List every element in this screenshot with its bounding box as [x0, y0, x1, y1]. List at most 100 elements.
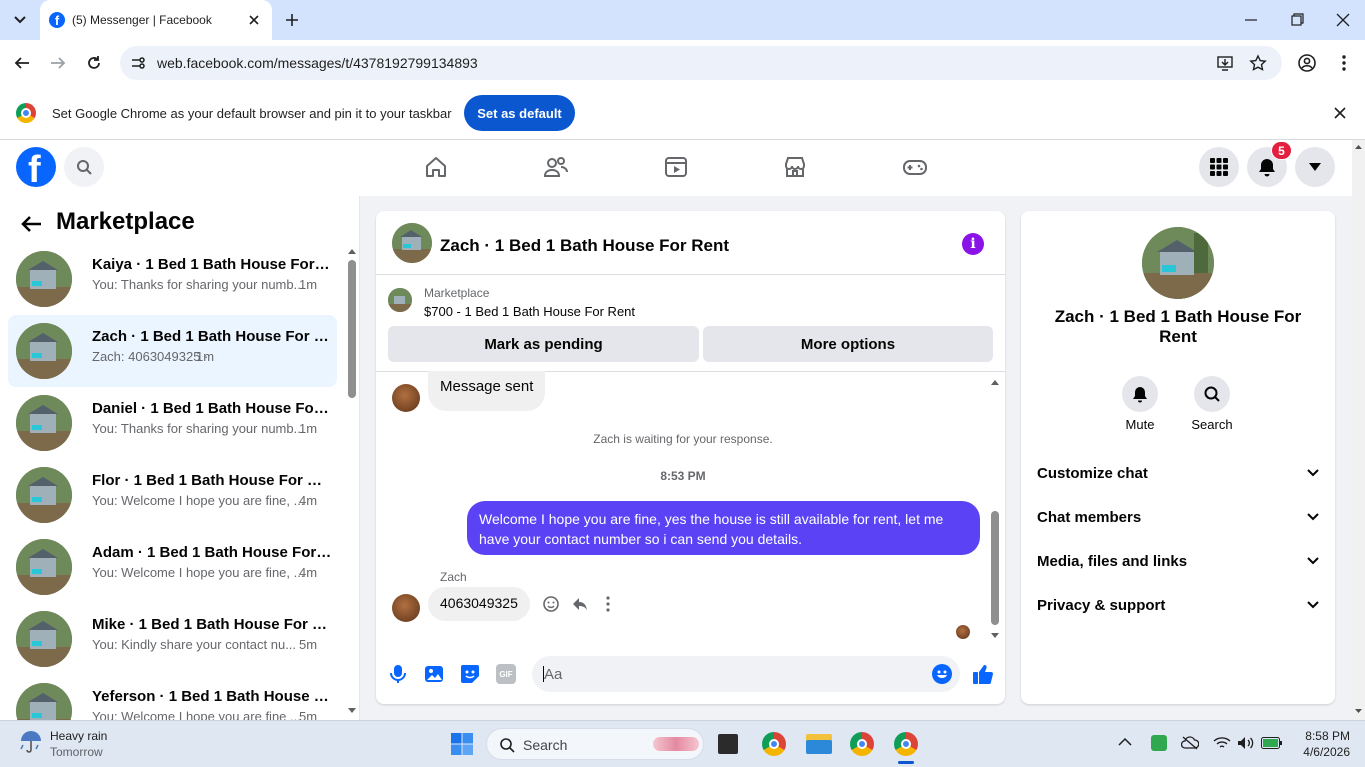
facebook-logo[interactable]: f — [16, 147, 56, 187]
search-in-chat-button[interactable] — [1194, 376, 1230, 412]
nav-friends[interactable] — [536, 150, 576, 184]
weather-label[interactable]: Heavy rain — [50, 729, 107, 743]
sender-avatar[interactable] — [392, 594, 420, 622]
customize-chat-row[interactable]: Customize chat — [1037, 457, 1319, 489]
listing-thumbnail — [16, 395, 72, 451]
listing-title[interactable]: $700 - 1 Bed 1 Bath House For Rent — [424, 304, 635, 319]
restore-icon[interactable] — [1289, 12, 1305, 28]
chrome-menu-icon[interactable] — [1335, 54, 1353, 72]
address-bar[interactable]: web.facebook.com/messages/t/437819279913… — [120, 46, 1282, 80]
task-view-icon[interactable] — [718, 734, 738, 754]
security-tray-icon[interactable] — [1151, 735, 1167, 751]
chat-name: Mike · 1 Bed 1 Bath House For Rent — [92, 616, 332, 633]
windows-start-icon[interactable] — [450, 732, 474, 756]
outgoing-message[interactable]: Welcome I hope you are fine, yes the hou… — [467, 501, 980, 555]
chat-time: 4m — [299, 565, 318, 580]
chrome-taskbar-icon[interactable] — [762, 732, 786, 756]
battery-icon[interactable] — [1261, 737, 1283, 749]
wifi-icon[interactable] — [1213, 736, 1231, 750]
set-as-default-button[interactable]: Set as default — [464, 95, 575, 131]
incoming-message[interactable]: 4063049325 — [428, 587, 530, 621]
browser-tab[interactable]: f (5) Messenger | Facebook — [40, 0, 272, 40]
reload-icon[interactable] — [85, 54, 103, 72]
minimize-icon[interactable] — [1243, 12, 1259, 28]
emoji-icon[interactable] — [932, 664, 952, 684]
sticker-icon[interactable] — [460, 664, 480, 684]
nav-home[interactable] — [416, 150, 456, 184]
taskbar-search-label: Search — [523, 737, 568, 753]
notification-badge: 5 — [1271, 141, 1292, 160]
close-tab-icon[interactable] — [246, 12, 262, 28]
menu-button[interactable] — [1199, 147, 1239, 187]
conversation-avatar[interactable] — [392, 223, 432, 263]
clock-date[interactable]: 4/6/2026 — [1292, 745, 1350, 759]
chat-members-row[interactable]: Chat members — [1037, 501, 1319, 533]
close-window-icon[interactable] — [1335, 12, 1351, 28]
chat-item-flor[interactable]: Flor · 1 Bed 1 Bath House For Rent You: … — [8, 459, 337, 531]
more-options-button[interactable]: More options — [703, 326, 993, 362]
chat-time: 4m — [299, 493, 318, 508]
nav-marketplace[interactable] — [775, 150, 815, 184]
messages-scrollbar[interactable] — [988, 375, 1002, 643]
clock-time[interactable]: 8:58 PM — [1298, 729, 1350, 743]
forward-icon[interactable] — [49, 54, 67, 72]
account-button[interactable] — [1295, 147, 1335, 187]
chevron-up-icon[interactable] — [1118, 737, 1132, 747]
seen-avatar — [956, 625, 970, 639]
chat-item-kaiya[interactable]: Kaiya · 1 Bed 1 Bath House For Rent You:… — [8, 243, 337, 315]
page-scrollbar[interactable] — [1352, 140, 1365, 720]
chat-name: Adam · 1 Bed 1 Bath House For Rent — [92, 544, 332, 561]
bell-icon — [1259, 159, 1275, 177]
weather-rain-icon[interactable] — [18, 729, 44, 755]
conversation-title[interactable]: Zach · 1 Bed 1 Bath House For Rent — [440, 236, 729, 256]
thumbs-up-icon[interactable] — [972, 663, 994, 685]
media-files-links-row[interactable]: Media, files and links — [1037, 545, 1319, 577]
cloud-tray-icon[interactable] — [1181, 736, 1199, 750]
install-app-icon[interactable] — [1216, 54, 1234, 72]
chat-item-yeferson[interactable]: Yeferson · 1 Bed 1 Bath House For Rent Y… — [8, 675, 337, 720]
chat-item-zach[interactable]: Zach · 1 Bed 1 Bath House For Rent Zach:… — [8, 315, 337, 387]
nav-watch[interactable] — [656, 150, 696, 184]
waiting-status: Zach is waiting for your response. — [593, 432, 773, 446]
profile-icon[interactable] — [1298, 54, 1316, 72]
profile-thumbnail[interactable] — [1142, 227, 1214, 299]
site-info-icon[interactable] — [130, 55, 146, 71]
file-explorer-icon[interactable] — [806, 734, 832, 754]
taskbar-search[interactable]: Search — [486, 728, 704, 760]
message-input[interactable]: Aa — [532, 656, 960, 692]
chat-name: Flor · 1 Bed 1 Bath House For Rent — [92, 472, 332, 489]
privacy-support-row[interactable]: Privacy & support — [1037, 589, 1319, 621]
nav-gaming[interactable] — [895, 150, 935, 184]
mute-button[interactable] — [1122, 376, 1158, 412]
gif-icon[interactable]: GIF — [496, 664, 516, 684]
search-icon — [1204, 386, 1220, 402]
back-arrow-icon[interactable] — [20, 215, 42, 233]
microphone-icon[interactable] — [388, 664, 408, 684]
chat-list-panel: Marketplace Kaiya · 1 Bed 1 Bath House F… — [0, 196, 360, 720]
chat-list-scrollbar[interactable] — [346, 246, 358, 716]
chat-item-daniel[interactable]: Daniel · 1 Bed 1 Bath House For Rent You… — [8, 387, 337, 459]
chat-item-mike[interactable]: Mike · 1 Bed 1 Bath House For Rent You: … — [8, 603, 337, 675]
reply-icon[interactable] — [571, 595, 589, 613]
close-infobar-icon[interactable] — [1333, 106, 1347, 120]
sender-avatar[interactable] — [392, 384, 420, 412]
chat-time: 1m — [299, 421, 318, 436]
more-actions-icon[interactable] — [599, 595, 617, 613]
section-label: Privacy & support — [1037, 596, 1166, 614]
bookmark-star-icon[interactable] — [1249, 54, 1267, 72]
volume-icon[interactable] — [1237, 736, 1255, 750]
tab-search-button[interactable] — [8, 8, 32, 32]
chrome-active-icon[interactable] — [894, 732, 918, 756]
new-tab-icon[interactable] — [284, 12, 300, 28]
chrome-profile-icon[interactable] — [850, 732, 874, 756]
mark-as-pending-button[interactable]: Mark as pending — [388, 326, 699, 362]
facebook-search-button[interactable] — [64, 147, 104, 187]
react-icon[interactable] — [542, 595, 560, 613]
image-icon[interactable] — [424, 664, 444, 684]
listing-thumbnail-small[interactable] — [388, 288, 412, 312]
back-icon[interactable] — [13, 54, 31, 72]
chat-item-adam[interactable]: Adam · 1 Bed 1 Bath House For Rent You: … — [8, 531, 337, 603]
video-icon — [665, 157, 687, 177]
info-icon[interactable]: i — [962, 233, 984, 255]
listing-thumbnail — [16, 611, 72, 667]
